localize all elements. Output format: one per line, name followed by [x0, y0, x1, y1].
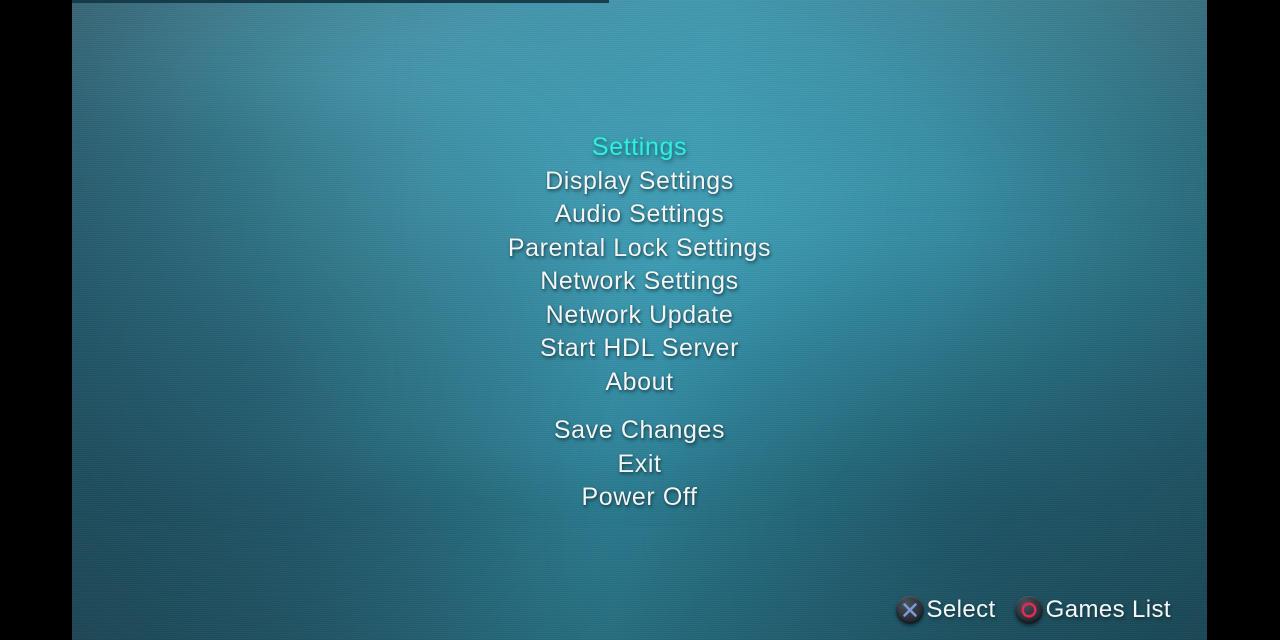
menu-item-parental-lock-settings[interactable]: Parental Lock Settings [72, 232, 1207, 266]
circle-button-icon [1014, 596, 1043, 624]
settings-menu: Settings Display Settings Audio Settings… [72, 131, 1207, 515]
menu-item-display-settings[interactable]: Display Settings [72, 165, 1207, 199]
menu-item-audio-settings[interactable]: Audio Settings [72, 198, 1207, 232]
top-divider-rule [72, 0, 609, 3]
hint-select[interactable]: Select [895, 596, 996, 624]
cross-button-icon [895, 596, 924, 624]
menu-item-save-changes[interactable]: Save Changes [72, 414, 1207, 448]
menu-separator-gap [72, 399, 1207, 414]
menu-item-settings[interactable]: Settings [72, 131, 1207, 165]
menu-item-about[interactable]: About [72, 366, 1207, 400]
ps2-settings-screen: Settings Display Settings Audio Settings… [0, 0, 1280, 640]
hint-games-list[interactable]: Games List [1014, 596, 1171, 624]
hint-games-list-label: Games List [1045, 596, 1171, 623]
video-frame: Settings Display Settings Audio Settings… [72, 0, 1207, 640]
menu-item-power-off[interactable]: Power Off [72, 481, 1207, 515]
menu-item-network-settings[interactable]: Network Settings [72, 265, 1207, 299]
menu-item-start-hdl-server[interactable]: Start HDL Server [72, 332, 1207, 366]
menu-item-network-update[interactable]: Network Update [72, 299, 1207, 333]
hint-select-label: Select [926, 596, 996, 623]
button-hints-bar: Select Games List [895, 596, 1171, 624]
menu-item-exit[interactable]: Exit [72, 448, 1207, 482]
